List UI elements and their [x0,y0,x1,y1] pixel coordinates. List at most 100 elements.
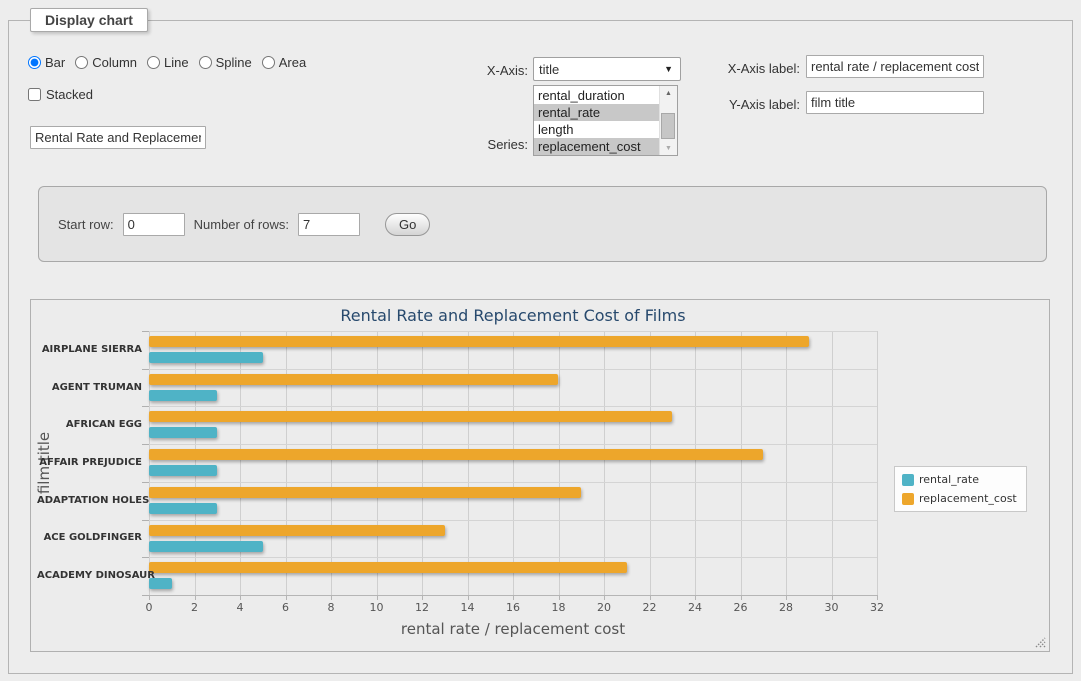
chart-type-radio-spline[interactable] [199,56,212,69]
y-axis-label-label: Y-Axis label: [700,97,800,112]
bar-replacement_cost[interactable] [149,562,627,573]
legend-swatch [902,474,914,486]
bar-replacement_cost[interactable] [149,525,445,536]
bar-rental_rate[interactable] [149,541,263,552]
x-tick-label: 6 [282,601,289,614]
gridline [695,331,696,595]
gridline [149,406,877,407]
chart-type-options: Bar Column Line Spline Area [28,55,306,70]
x-tick-mark [240,596,241,600]
category-label: AFRICAN EGG [37,419,142,430]
chart-type-option-spline[interactable]: Spline [199,55,252,70]
bar-rental_rate[interactable] [149,503,217,514]
gridline [149,520,877,521]
bar-rental_rate[interactable] [149,465,217,476]
y-tick-mark [142,595,149,596]
chart-type-option-column[interactable]: Column [75,55,137,70]
stacked-option[interactable]: Stacked [28,87,93,102]
resize-handle-icon[interactable] [1034,636,1046,648]
go-button[interactable]: Go [385,213,430,236]
bar-replacement_cost[interactable] [149,411,672,422]
x-tick-mark [741,596,742,600]
stacked-label: Stacked [46,87,93,102]
x-tick-mark [286,596,287,600]
x-tick-mark [149,596,150,600]
page: Display chart BarColumnLineSplineArea St… [0,0,1081,681]
number-of-rows-input[interactable] [298,213,360,236]
y-axis-label-input[interactable] [806,91,984,114]
series-option-length[interactable]: length [534,121,660,138]
chart-type-radio-bar[interactable] [28,56,41,69]
chart-type-radio-area[interactable] [262,56,275,69]
gridline [149,331,877,332]
series-option-rental_rate[interactable]: rental_rate [534,104,660,121]
x-axis-title: rental rate / replacement cost [149,620,877,638]
x-tick-label: 0 [146,601,153,614]
series-option-rental_duration[interactable]: rental_duration [534,87,660,104]
x-tick-mark [877,596,878,600]
scroll-down-icon[interactable]: ▼ [660,141,677,155]
scroll-up-icon[interactable]: ▲ [660,86,677,100]
start-row-input[interactable] [123,213,185,236]
x-tick-mark [468,596,469,600]
gridline [149,482,877,483]
x-tick-label: 24 [688,601,702,614]
chevron-down-icon: ▼ [664,64,673,74]
chart-type-radio-line[interactable] [147,56,160,69]
y-tick-mark [142,557,149,558]
category-label: AIRPLANE SIERRA [37,344,142,355]
bar-rental_rate[interactable] [149,427,217,438]
bar-rental_rate[interactable] [149,352,263,363]
bar-replacement_cost[interactable] [149,374,558,385]
chart-type-option-area[interactable]: Area [262,55,306,70]
gridline [604,331,605,595]
x-tick-mark [650,596,651,600]
gridline [149,369,877,370]
chart-type-radio-column[interactable] [75,56,88,69]
series-scrollbar[interactable]: ▲ ▼ [659,86,677,155]
x-tick-label: 12 [415,601,429,614]
bar-rental_rate[interactable] [149,390,217,401]
gridline [149,331,150,595]
x-tick-mark [695,596,696,600]
series-option-replacement_cost[interactable]: replacement_cost [534,138,660,155]
x-tick-label: 10 [370,601,384,614]
y-tick-mark [142,482,149,483]
scrollbar-thumb[interactable] [661,113,675,139]
x-tick-label: 8 [328,601,335,614]
legend-item-rental_rate[interactable]: rental_rate [902,473,1017,486]
x-axis-select[interactable]: title ▼ [533,57,681,81]
category-label: ACADEMY DINOSAUR [37,570,142,581]
gridline [149,444,877,445]
x-tick-mark [377,596,378,600]
chart-type-label: Area [279,55,306,70]
x-axis-select-label: X-Axis: [440,63,528,78]
gridline [832,331,833,595]
x-tick-mark [604,596,605,600]
x-axis-selected-value: title [539,62,559,77]
series-listbox[interactable]: rental_durationrental_ratelengthreplacem… [533,85,678,156]
category-label: AFFAIR PREJUDICE [37,457,142,468]
number-of-rows-label: Number of rows: [194,217,289,232]
chart-title: Rental Rate and Replacement Cost of Film… [149,306,877,325]
stacked-checkbox[interactable] [28,88,41,101]
bar-replacement_cost[interactable] [149,336,809,347]
chart-legend: rental_rate replacement_cost [894,466,1027,512]
y-tick-mark [142,369,149,370]
chart-type-option-line[interactable]: Line [147,55,189,70]
y-tick-mark [142,331,149,332]
bar-replacement_cost[interactable] [149,487,581,498]
gridline [741,331,742,595]
gridline [286,331,287,595]
chart-title-input[interactable] [30,126,206,149]
legend-item-replacement_cost[interactable]: replacement_cost [902,492,1017,505]
gridline [377,331,378,595]
chart-type-label: Spline [216,55,252,70]
x-tick-label: 28 [779,601,793,614]
bar-replacement_cost[interactable] [149,449,763,460]
x-axis-label-input[interactable] [806,55,984,78]
x-tick-label: 4 [237,601,244,614]
chart-type-option-bar[interactable]: Bar [28,55,65,70]
x-tick-label: 22 [643,601,657,614]
x-tick-label: 14 [461,601,475,614]
